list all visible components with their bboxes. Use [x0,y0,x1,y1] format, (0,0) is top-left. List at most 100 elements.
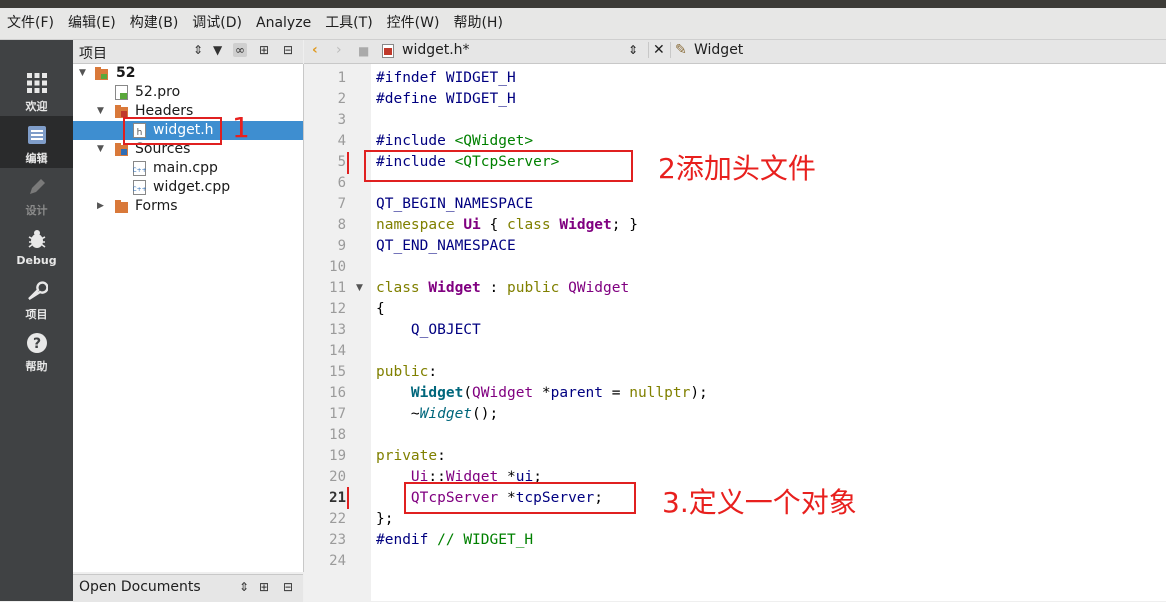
cpp-file-icon: C++ [133,161,146,176]
menu-debug[interactable]: 调试(D) [185,8,249,39]
annotation-box-include [364,150,633,182]
annotation-label-1: 1 [232,111,250,144]
project-panel-title[interactable]: 项目 [79,43,107,63]
back-arrow-icon[interactable]: ‹ [312,42,318,58]
line-number: 9 [337,238,346,254]
open-documents-title[interactable]: Open Documents [79,579,201,595]
updown-icon[interactable]: ⇕ [193,43,203,57]
pro-file-icon [115,85,128,100]
svg-text:C++: C++ [133,167,146,174]
code-line: public: [376,364,438,380]
mode-edit-label: 编辑 [25,152,48,165]
mode-projects[interactable]: 项目 [0,272,73,324]
filter-icon[interactable]: ▼ [213,43,222,57]
line-number-gutter: 1 2 3 4 5 6 7 8 9 10 11 12 13 14 15 16 1… [304,64,371,601]
mode-help-label: 帮助 [25,360,48,373]
menu-analyze[interactable]: Analyze [249,8,318,39]
code-line: namespace Ui { class Widget; } [376,217,638,233]
mode-design-label: 设计 [25,204,48,217]
symbol-label[interactable]: Widget [694,42,743,58]
tree-item-label: 52.pro [135,84,181,100]
updown-icon[interactable]: ⇕ [628,43,638,57]
split-icon[interactable]: ⊞ [259,43,269,57]
menu-help[interactable]: 帮助(H) [446,8,509,39]
tree-item-forms[interactable]: ▶ Forms [73,197,303,216]
tree-item-label: main.cpp [153,160,218,176]
close-panel-icon[interactable]: ⊟ [283,580,293,594]
project-folder-icon [95,67,108,80]
tree-item-label: widget.cpp [153,179,231,195]
tree-item-pro[interactable]: 52.pro [73,83,303,102]
line-number: 12 [329,301,346,317]
line-number: 3 [337,112,346,128]
tree-item-label: Forms [135,198,178,214]
expand-arrow-icon[interactable]: ▼ [97,140,104,159]
annotation-box-member [404,482,636,514]
close-panel-icon[interactable]: ⊟ [283,43,293,57]
menu-tools[interactable]: 工具(T) [318,8,379,39]
line-number: 23 [329,532,346,548]
menu-bar: 文件(F) 编辑(E) 构建(B) 调试(D) Analyze 工具(T) 控件… [0,8,1166,40]
code-line: #endif // WIDGET_H [376,532,534,548]
menu-build[interactable]: 构建(B) [123,8,186,39]
code-line: private: [376,448,446,464]
menu-file[interactable]: 文件(F) [0,8,61,39]
line-number: 10 [329,259,346,275]
mode-help[interactable]: ? 帮助 [0,324,73,376]
link-icon[interactable]: ∞ [233,43,247,57]
collapse-arrow-icon[interactable]: ▶ [97,197,104,216]
window-top-strip [0,0,1166,8]
mode-design[interactable]: 设计 [0,168,73,220]
line-number: 17 [329,406,346,422]
code-line: Widget(QWidget *parent = nullptr); [410,385,708,401]
expand-arrow-icon[interactable]: ▼ [79,64,86,83]
lock-icon: ■ [358,44,370,58]
file-tab-label[interactable]: widget.h* [402,42,470,58]
code-line: QT_END_NAMESPACE [376,238,516,254]
mode-debug-label: Debug [16,254,57,267]
code-line: { [376,301,385,317]
line-number: 4 [337,133,346,149]
annotation-label-3: 3.定义一个对象 [662,486,857,519]
fold-arrow-icon[interactable]: ▼ [356,278,363,299]
code-line: }; [376,511,394,527]
expand-arrow-icon[interactable]: ▼ [97,102,104,121]
updown-icon[interactable]: ⇕ [239,580,249,594]
line-number: 5 [337,154,346,170]
code-line: #define WIDGET_H [376,91,516,107]
split-icon[interactable]: ⊞ [259,580,269,594]
line-number: 6 [337,175,346,191]
mode-welcome-label: 欢迎 [25,100,48,113]
line-number: 16 [329,385,346,401]
annotation-line-marker [347,152,349,174]
mode-edit[interactable]: 编辑 [0,116,73,168]
menu-widgets[interactable]: 控件(W) [380,8,447,39]
annotation-box-widget-h [123,117,222,145]
annotation-line-marker [347,487,349,509]
forward-arrow-icon[interactable]: › [336,42,342,58]
edit-document-icon [27,126,46,144]
mode-debug[interactable]: Debug [0,220,73,272]
mode-projects-label: 项目 [25,308,48,321]
mode-welcome[interactable]: 欢迎 [0,64,73,116]
project-wrench-icon [27,281,48,301]
symbol-icon: ✎ [670,42,687,58]
code-line: #ifndef WIDGET_H [376,70,516,86]
mode-sidebar: 欢迎 编辑 设计 Debug 项目 ? 帮助 [0,40,73,601]
tree-item-widget-cpp[interactable]: C++ widget.cpp [73,178,303,197]
line-number: 18 [329,427,346,443]
line-number: 7 [337,196,346,212]
tree-item-main-cpp[interactable]: C++ main.cpp [73,159,303,178]
menu-edit[interactable]: 编辑(E) [61,8,123,39]
code-line: Q_OBJECT [410,322,481,338]
svg-text:C++: C++ [133,186,146,193]
tree-item-project[interactable]: ▼ 52 [73,64,303,83]
line-number: 2 [337,91,346,107]
line-number: 19 [329,448,346,464]
header-file-icon [382,44,394,58]
close-tab-icon[interactable]: ✕ [648,42,665,58]
line-number: 24 [329,553,346,569]
line-number: 14 [329,343,346,359]
line-number-current: 21 [329,490,346,506]
help-question-icon: ? [26,333,47,353]
